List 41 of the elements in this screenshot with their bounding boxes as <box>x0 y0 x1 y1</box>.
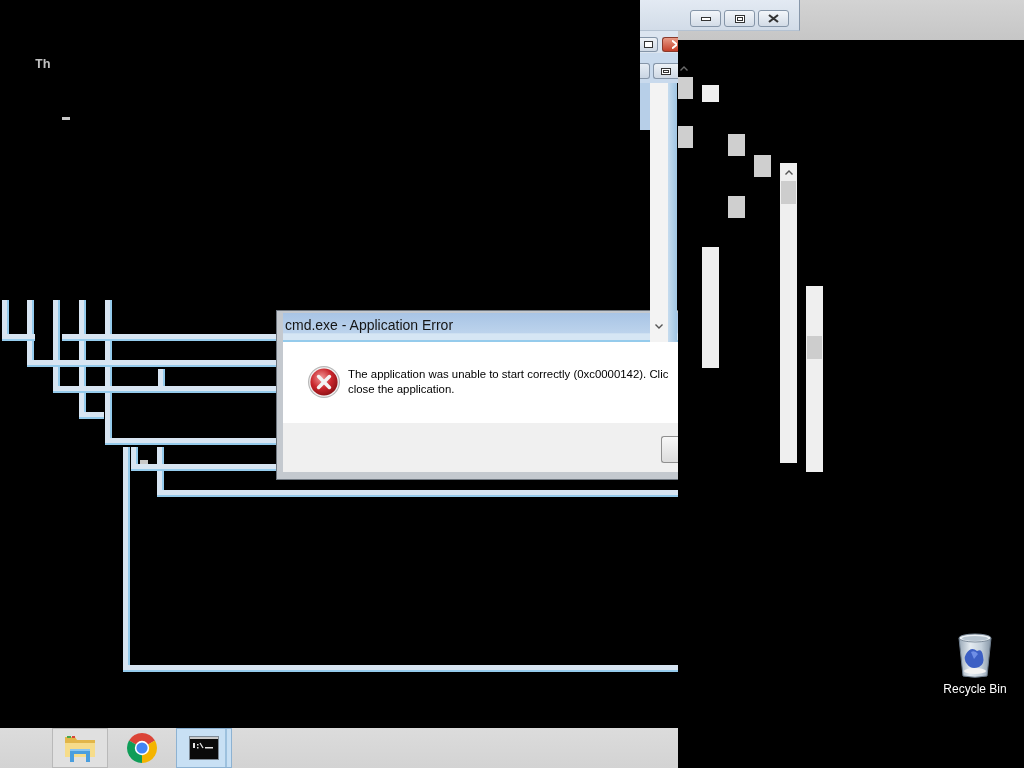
maximize-button[interactable] <box>640 37 658 52</box>
desktop-icon-label[interactable]: Recycle Bin <box>943 682 1007 696</box>
scrollbar-thumb[interactable] <box>781 181 796 204</box>
scrollbar-thumb[interactable] <box>807 336 822 359</box>
close-button[interactable] <box>758 10 789 27</box>
scrollbar[interactable] <box>806 286 823 472</box>
taskbar-button[interactable] <box>176 728 232 768</box>
up-chevron-icon <box>784 170 793 175</box>
artifact-block <box>702 85 719 102</box>
up-chevron-icon <box>680 66 688 71</box>
artifact-block <box>678 77 693 99</box>
dialog-title: cmd.exe - Application Error <box>285 317 454 333</box>
error-message: The application was unable to start correctly (0xc0000142). Clic close the application. <box>348 367 669 397</box>
close-button[interactable] <box>662 37 678 52</box>
text-cursor <box>62 117 70 120</box>
console-text: Th <box>35 57 51 72</box>
maximize-icon <box>661 67 671 75</box>
artifact-block <box>754 155 771 177</box>
console-window-icon <box>189 736 219 760</box>
maximize-button[interactable] <box>653 63 678 79</box>
close-icon <box>672 40 677 49</box>
scrollbar[interactable] <box>780 163 797 463</box>
window-button[interactable] <box>640 63 650 79</box>
dialog-button[interactable] <box>661 436 678 463</box>
maximize-icon <box>734 14 745 23</box>
window-frame <box>640 83 650 130</box>
artifact-block <box>728 196 745 218</box>
error-icon <box>308 366 340 398</box>
maximize-button[interactable] <box>724 10 755 27</box>
folder-icon <box>64 733 96 763</box>
maximize-icon <box>644 41 653 48</box>
artifact-block <box>140 460 148 464</box>
close-icon <box>768 14 779 23</box>
down-chevron-icon <box>655 324 663 329</box>
minimize-button[interactable] <box>690 10 721 27</box>
recycle-bin-icon[interactable] <box>957 632 993 678</box>
minimize-icon <box>700 16 711 21</box>
scrollbar[interactable] <box>650 83 668 342</box>
artifact-block <box>678 126 693 148</box>
browser-icon <box>127 733 157 763</box>
artifact-block <box>728 134 745 156</box>
